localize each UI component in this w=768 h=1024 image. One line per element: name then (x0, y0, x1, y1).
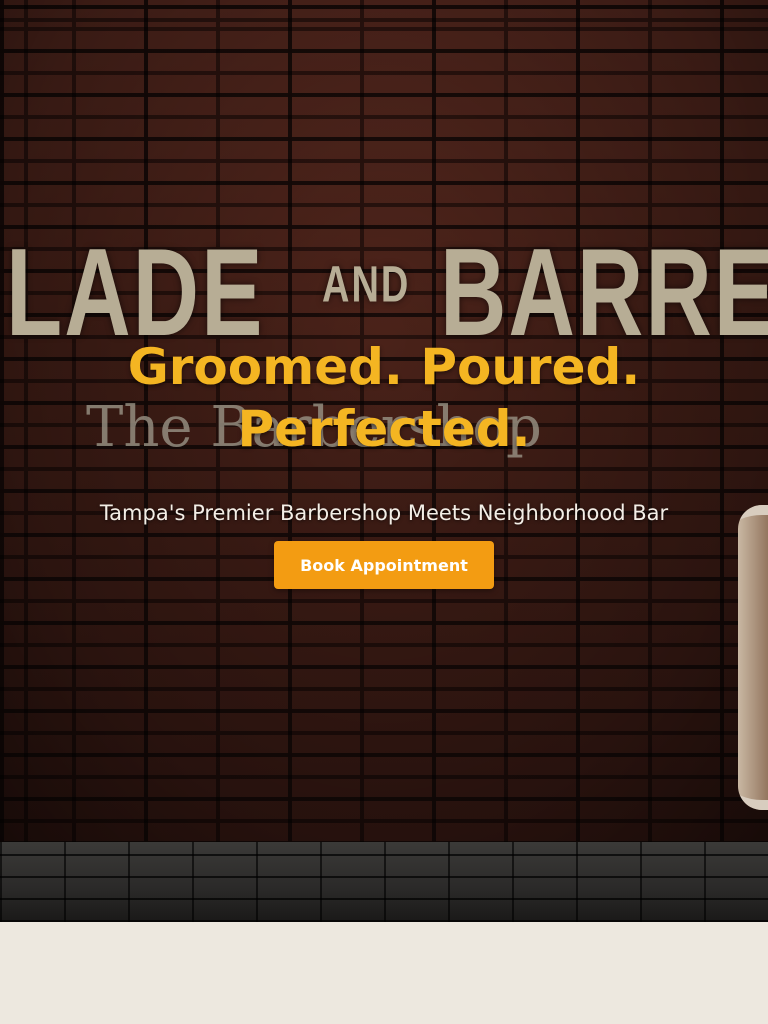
wooden-barrel-image (738, 505, 768, 810)
book-appointment-button[interactable]: Book Appointment (274, 541, 494, 589)
hero-headline: Groomed. Poured. Perfected. (0, 336, 768, 460)
next-section-background (0, 922, 768, 1024)
headline-line-2: Perfected. (237, 400, 531, 458)
headline-line-1: Groomed. Poured. (127, 338, 641, 396)
hero-tagline: Tampa's Premier Barbershop Meets Neighbo… (99, 501, 669, 525)
sign-word-and: AND (322, 257, 411, 314)
hero-section: LADE AND BARRE The Barbershop Groomed. P… (0, 0, 768, 922)
tiled-floor (0, 842, 768, 922)
shop-sign: LADE AND BARRE (0, 195, 768, 362)
